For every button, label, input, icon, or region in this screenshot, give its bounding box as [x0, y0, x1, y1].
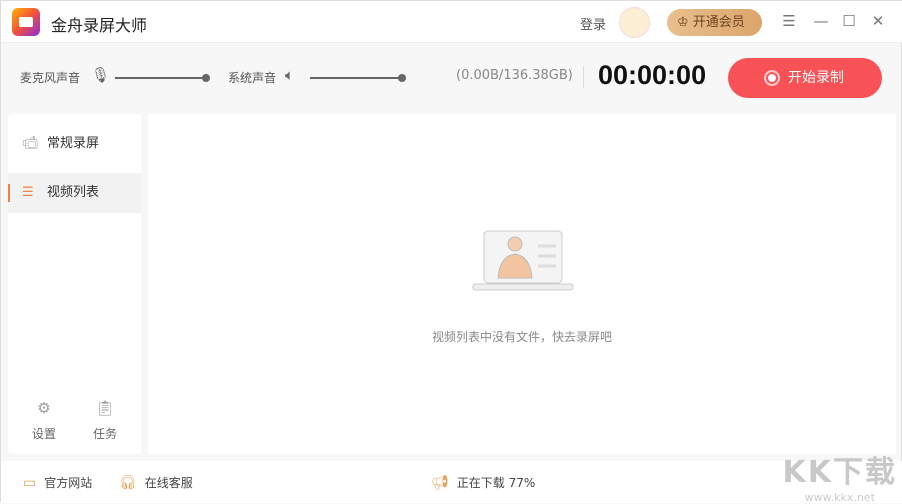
storage-info: (0.00B/136.38GB) — [456, 68, 573, 83]
microphone-icon[interactable]: 🎙︎ — [91, 66, 110, 84]
app-title: 金舟录屏大师 — [51, 16, 148, 35]
maximize-button[interactable]: ☐ — [840, 12, 858, 30]
system-volume-slider[interactable] — [310, 74, 406, 82]
clipboard-icon: 📋︎ — [95, 399, 115, 417]
download-progress: 77% — [508, 476, 536, 490]
menu-icon[interactable]: ☰ — [780, 12, 798, 30]
minimize-button[interactable]: — — [812, 12, 830, 30]
download-label: 正在下载 — [456, 476, 505, 490]
mic-volume-slider[interactable] — [115, 74, 210, 82]
nav-label: 常规录屏 — [47, 136, 100, 151]
record-timer: 00:00:00 — [598, 60, 707, 90]
record-icon — [764, 70, 780, 86]
sidebar: 📹︎ 常规录屏 ☰ 视频列表 ⚙ 设置 📋︎ 任务 — [8, 114, 141, 454]
title-bar: 金舟录屏大师 登录 ♔ 开通会员 ☰ — ☐ ✕ — [1, 1, 902, 43]
start-record-button[interactable]: 开始录制 — [728, 58, 882, 98]
settings-label: 设置 — [31, 427, 56, 441]
tasks-label: 任务 — [92, 427, 117, 441]
headset-icon: 🎧︎ — [119, 475, 137, 491]
app-logo — [12, 8, 40, 36]
website-label: 官方网站 — [44, 476, 93, 490]
vip-label: 开通会员 — [692, 15, 745, 30]
megaphone-icon: 📢︎ — [431, 475, 449, 491]
gear-icon: ⚙ — [37, 399, 51, 417]
sidebar-item-video-list[interactable]: ☰ 视频列表 — [8, 173, 141, 213]
list-icon: ☰ — [22, 185, 34, 200]
record-toolbar: 麦克风声音 🎙︎ 系统声音 🔈︎ (0.00B/136.38GB) 00:00:… — [1, 44, 902, 112]
download-status[interactable]: 📢︎ 正在下载 77% — [431, 474, 535, 491]
online-support-link[interactable]: 🎧︎ 在线客服 — [119, 474, 193, 491]
divider — [583, 66, 584, 88]
speaker-icon[interactable]: 🔈︎ — [285, 66, 294, 84]
support-label: 在线客服 — [144, 476, 193, 490]
login-link[interactable]: 登录 — [580, 14, 606, 33]
empty-illustration — [472, 230, 574, 291]
settings-button[interactable]: ⚙ 设置 — [24, 399, 64, 442]
nav-label: 视频列表 — [47, 185, 100, 200]
empty-message: 视频列表中没有文件，快去录屏吧 — [431, 330, 612, 344]
footer: ▭ 官方网站 🎧︎ 在线客服 📢︎ 正在下载 77% — [1, 461, 902, 503]
avatar[interactable] — [619, 7, 650, 38]
sidebar-item-regular-record[interactable]: 📹︎ 常规录屏 — [8, 124, 141, 164]
mic-label: 麦克风声音 — [20, 71, 81, 85]
tasks-button[interactable]: 📋︎ 任务 — [85, 399, 125, 442]
crown-icon: ♔ — [677, 15, 693, 30]
camera-icon: 📹︎ — [22, 136, 39, 151]
official-website-link[interactable]: ▭ 官方网站 — [23, 474, 92, 491]
close-button[interactable]: ✕ — [869, 12, 887, 30]
monitor-icon: ▭ — [23, 475, 37, 491]
vip-button[interactable]: ♔ 开通会员 — [667, 9, 762, 36]
system-sound-label: 系统声音 — [228, 71, 277, 85]
record-label: 开始录制 — [788, 70, 844, 86]
video-list-panel: 视频列表中没有文件，快去录屏吧 — [148, 114, 896, 454]
